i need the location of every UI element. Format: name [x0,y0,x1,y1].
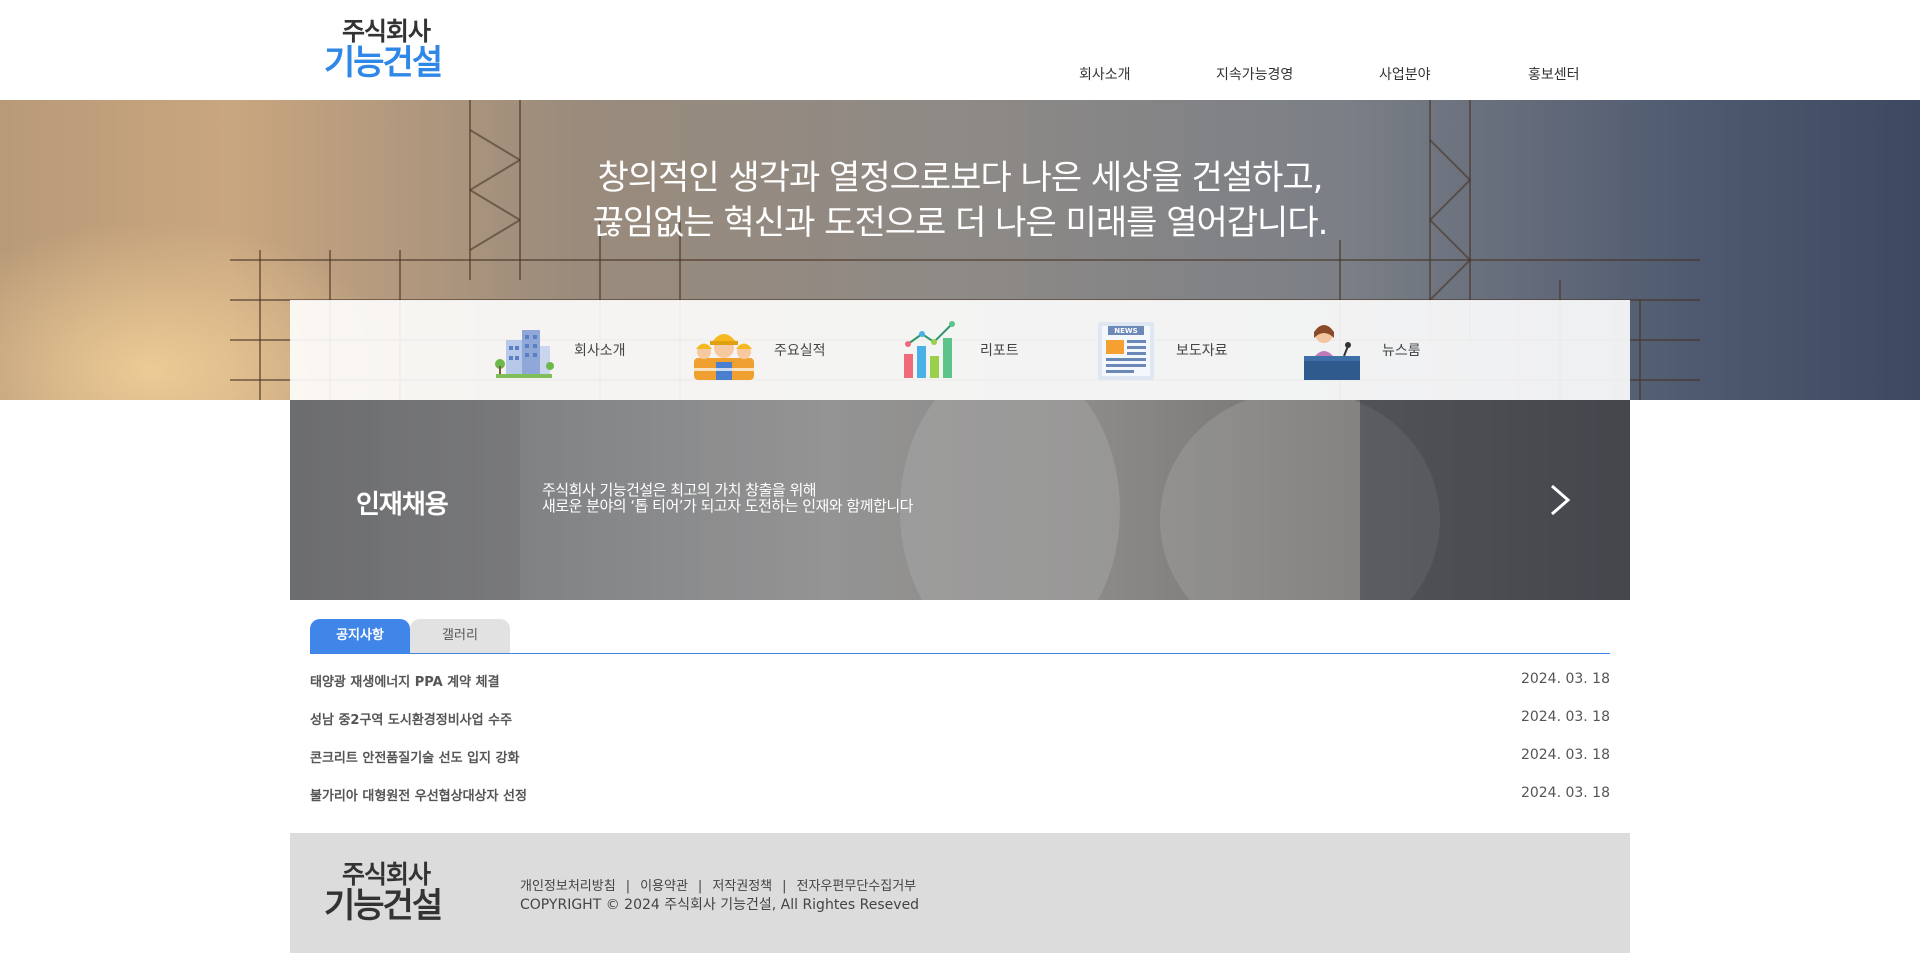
notice-row[interactable]: 성남 중2구역 도시환경정비사업 수주 2024. 03. 18 [310,709,1610,747]
recruit-desc-line2: 새로운 분야의 ‘톱 티어’가 되고자 도전하는 인재와 함께합니다 [542,497,913,515]
notice-board: 공지사항 갤러리 태양광 재생에너지 PPA 계약 체결 2024. 03. 1… [310,619,1610,804]
nav-item-sustainability[interactable]: 지속가능경영 [1216,64,1293,84]
site-header: 주식회사 기능건설 회사소개 지속가능경영 사업분야 홍보센터 [0,0,1920,100]
recruit-desc-line1: 주식회사 기능건설은 최고의 가치 창출을 위해 [542,481,817,499]
footer-links: 개인정보처리방침 | 이용약관 | 저작권정책 | 전자우편무단수집거부 [520,875,916,894]
quick-item-newsroom[interactable]: 뉴스룸 [1300,318,1421,382]
quick-item-label: 회사소개 [574,343,626,359]
footer-logo: 주식회사 기능건설 [324,860,456,926]
notice-title[interactable]: 콘크리트 안전품질기술 선도 입지 강화 [310,747,519,766]
quick-menu: 회사소개 주요실적 리포트 NEWS 보도자료 뉴스룸 [290,300,1630,400]
tab-gallery[interactable]: 갤러리 [410,619,510,653]
notice-row[interactable]: 콘크리트 안전품질기술 선도 입지 강화 2024. 03. 18 [310,747,1610,785]
footer-separator: | [697,879,703,894]
footer-separator: | [782,879,787,894]
footer-separator: | [625,879,631,894]
notice-date: 2024. 03. 18 [1520,709,1610,725]
site-footer: 주식회사 기능건설 개인정보처리방침 | 이용약관 | 저작권정책 | 전자우편무단수집거부… [290,833,1630,953]
notice-row[interactable]: 불가리아 대형원전 우선협상대상자 선정 2024. 03. 18 [310,785,1610,823]
quick-item-label: 뉴스룸 [1382,343,1421,359]
quick-item-label: 리포트 [980,343,1019,359]
notice-date: 2024. 03. 18 [1520,785,1610,801]
newspaper-icon: NEWS [1098,322,1154,380]
notice-list: 태양광 재생에너지 PPA 계약 체결 2024. 03. 18 성남 중2구역… [310,671,1610,823]
footer-link-email-refusal[interactable]: 전자우편무단수집거부 [797,879,917,894]
nav-item-pr-center[interactable]: 홍보센터 [1528,64,1580,84]
quick-item-achievements[interactable]: 주요실적 [692,318,826,382]
footer-copyright: COPYRIGHT © 2024 주식회사 기능건설, All Rightes … [520,897,920,913]
building-icon [495,330,554,378]
footer-link-terms[interactable]: 이용약관 [640,879,688,894]
svg-text:NEWS: NEWS [1114,327,1137,335]
footer-logo-line2: 기능건설 [324,886,443,926]
footer-link-privacy[interactable]: 개인정보처리방침 [520,879,616,894]
recruit-title: 인재채용 [356,490,449,520]
board-tabs: 공지사항 갤러리 [310,619,1610,654]
notice-date: 2024. 03. 18 [1520,671,1610,687]
hero-slogan-line1: 창의적인 생각과 열정으로보다 나은 세상을 건설하고, [597,158,1323,198]
tab-notice[interactable]: 공지사항 [310,619,410,653]
site-logo[interactable]: 주식회사 기능건설 [324,17,456,83]
quick-item-label: 주요실적 [774,343,826,359]
recruit-overlay [290,400,1630,600]
recruit-banner[interactable]: 인재채용 주식회사 기능건설은 최고의 가치 창출을 위해 새로운 분야의 ‘톱… [290,400,1630,600]
logo-line2: 기능건설 [324,43,443,83]
quick-item-label: 보도자료 [1176,343,1228,359]
quick-item-company[interactable]: 회사소개 [492,318,626,382]
notice-date: 2024. 03. 18 [1520,747,1610,763]
chevron-right-icon[interactable] [1538,480,1578,520]
quick-item-press[interactable]: NEWS 보도자료 [1094,318,1228,382]
notice-title[interactable]: 성남 중2구역 도시환경정비사업 수주 [310,709,512,728]
footer-logo-line1: 주식회사 [342,860,431,889]
notice-title[interactable]: 불가리아 대형원전 우선협상대상자 선정 [310,785,527,804]
nav-item-business[interactable]: 사업분야 [1379,64,1431,84]
recruit-description: 주식회사 기능건설은 최고의 가치 창출을 위해 새로운 분야의 ‘톱 티어’가… [542,482,913,514]
notice-row[interactable]: 태양광 재생에너지 PPA 계약 체결 2024. 03. 18 [310,671,1610,709]
hero-slogan-line2: 끊임없는 혁신과 도전으로 더 나은 미래를 열어갑니다. [592,203,1329,243]
nav-item-company[interactable]: 회사소개 [1079,64,1131,84]
bar-chart-icon [904,321,955,378]
news-anchor-icon [1304,325,1360,380]
quick-item-report[interactable]: 리포트 [898,318,1019,382]
footer-link-copyright-policy[interactable]: 저작권정책 [712,879,772,894]
hero-slogan: 창의적인 생각과 열정으로보다 나은 세상을 건설하고, 끊임없는 혁신과 도전… [0,156,1920,246]
construction-workers-icon [694,334,754,380]
logo-line1: 주식회사 [342,17,431,46]
notice-title[interactable]: 태양광 재생에너지 PPA 계약 체결 [310,671,500,690]
